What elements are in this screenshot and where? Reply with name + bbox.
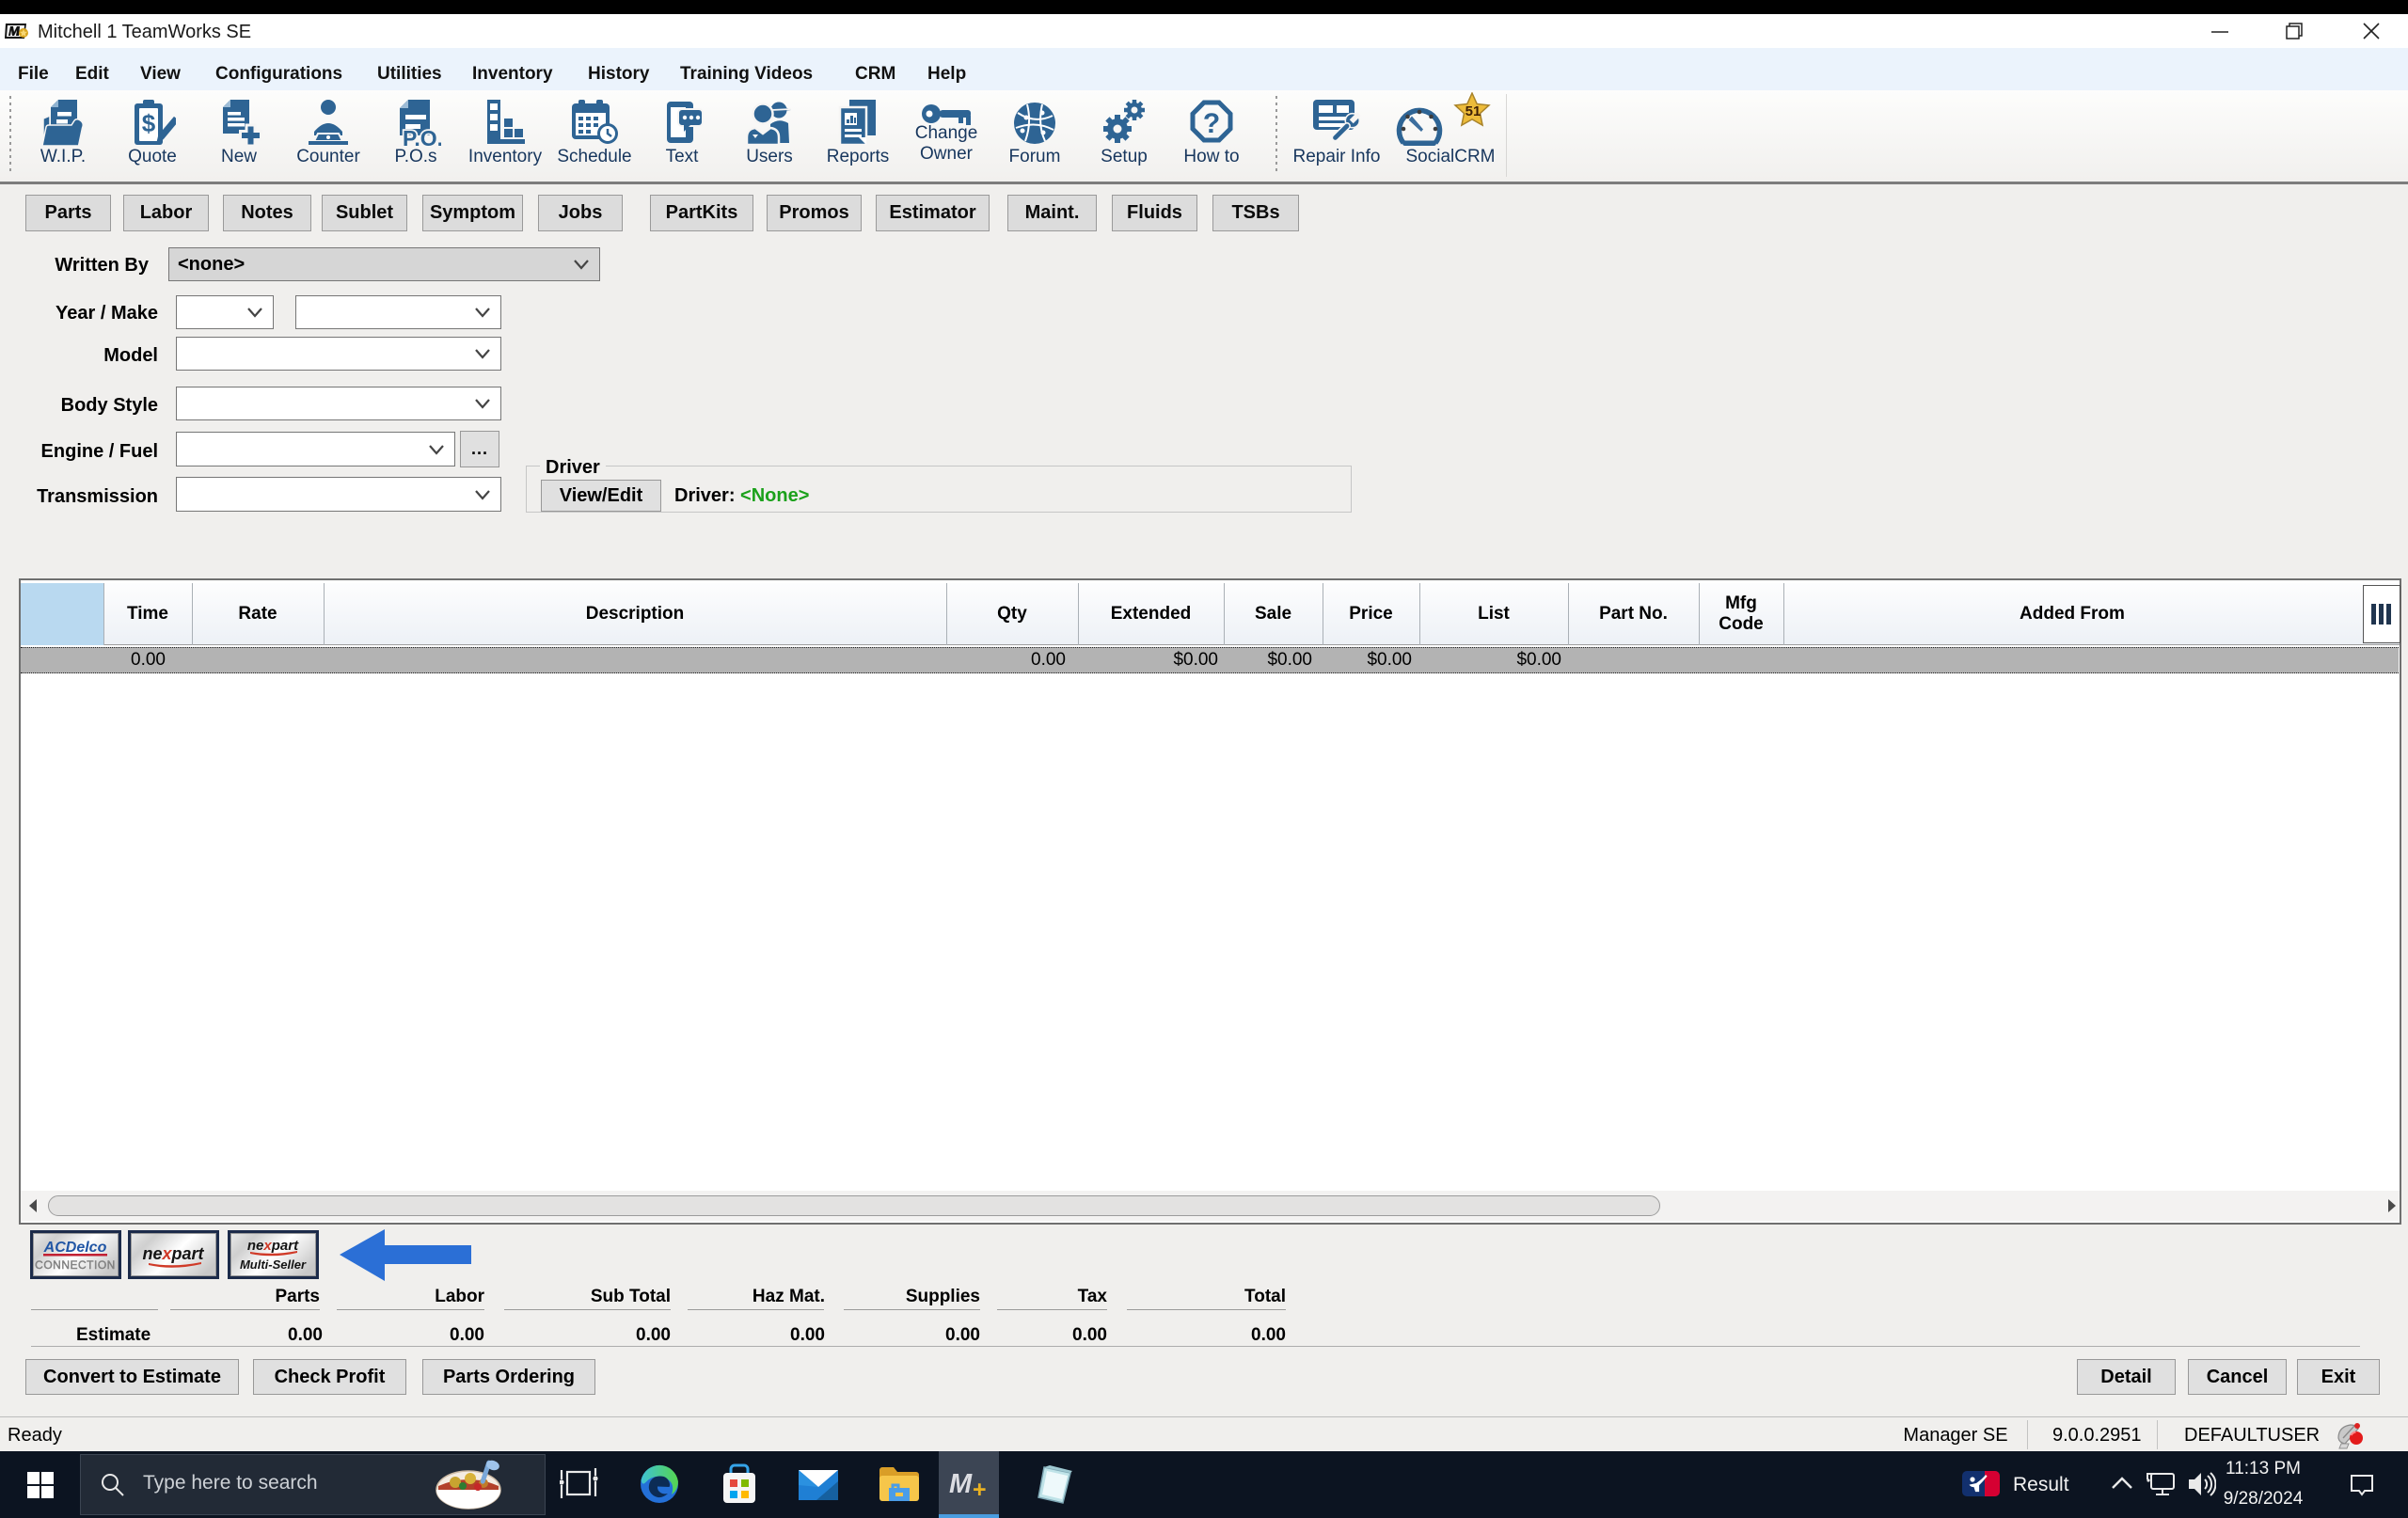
svg-text:+: + xyxy=(973,1477,987,1503)
svg-text:$: $ xyxy=(142,109,156,137)
svg-text:ACDelco: ACDelco xyxy=(43,1240,107,1256)
svg-text:CONNECTION: CONNECTION xyxy=(35,1258,116,1272)
svg-text:51: 51 xyxy=(1465,103,1481,119)
svg-text:Multi-Seller: Multi-Seller xyxy=(240,1257,307,1272)
svg-text:nexpart: nexpart xyxy=(247,1238,299,1254)
svg-text:?: ? xyxy=(1203,108,1220,139)
svg-text:P.O.: P.O. xyxy=(403,126,441,147)
svg-text:M: M xyxy=(949,1469,973,1499)
svg-text:nexpart: nexpart xyxy=(142,1244,204,1263)
